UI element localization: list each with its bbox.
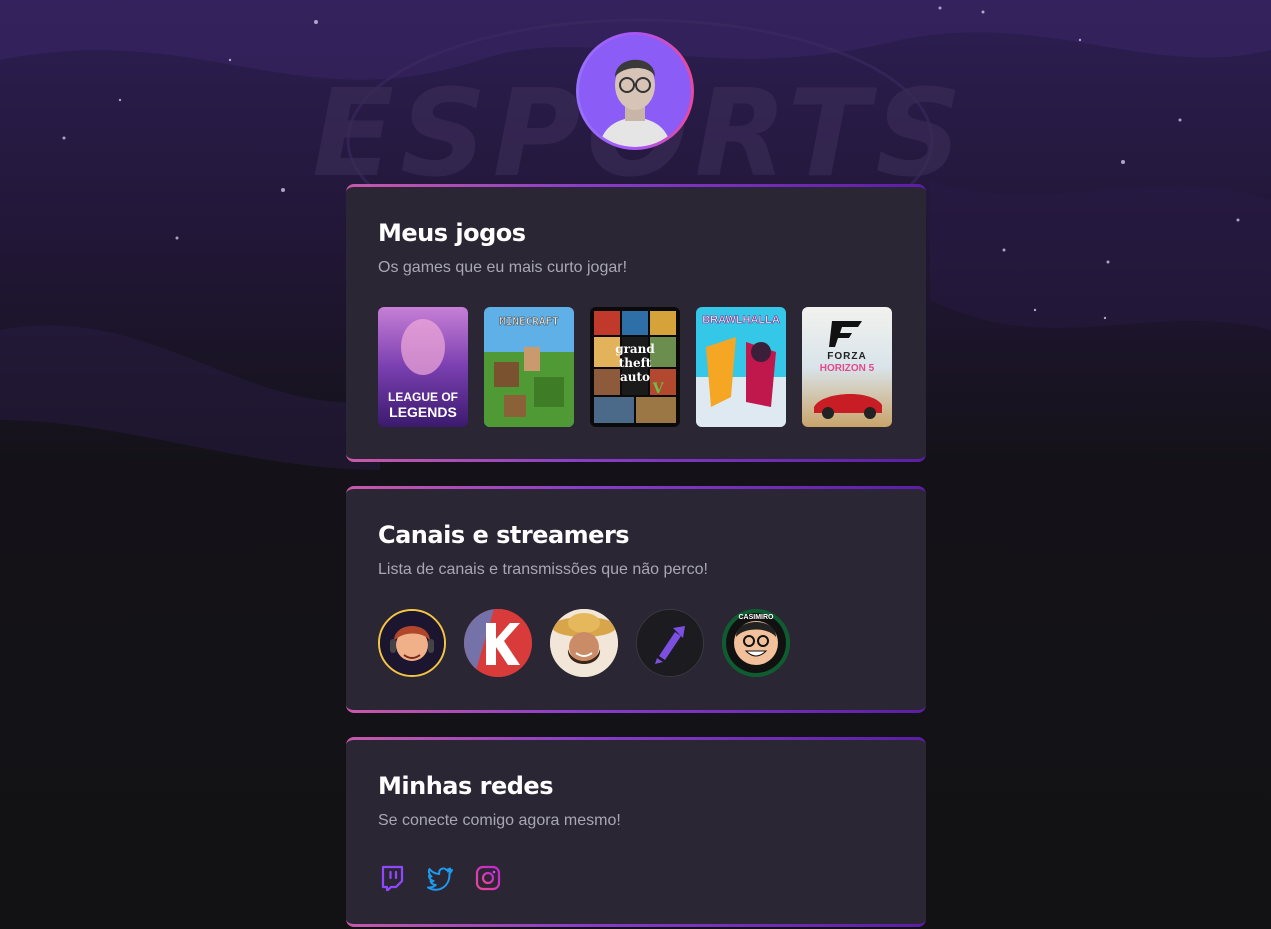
twitch-icon bbox=[381, 865, 404, 892]
game-cover-forza-horizon-5[interactable]: FORZA HORIZON 5 bbox=[802, 307, 892, 427]
channels-subtitle: Lista de canais e transmissões que não p… bbox=[378, 561, 708, 578]
channel-avatar-1[interactable] bbox=[378, 609, 446, 677]
games-subtitle: Os games que eu mais curto jogar! bbox=[378, 259, 628, 276]
gta-line2: theft bbox=[619, 356, 652, 370]
channels-card: Canais e streamers Lista de canais e tra… bbox=[346, 486, 926, 713]
gta-line1: grand bbox=[615, 342, 655, 356]
instagram-link[interactable] bbox=[474, 864, 502, 892]
casimiro-badge-text: CASIMIRO bbox=[739, 614, 775, 621]
socials-subtitle: Se conecte comigo agora mesmo! bbox=[378, 812, 621, 829]
lol-title-line2: LEGENDS bbox=[389, 404, 457, 420]
game-cover-league-of-legends[interactable]: LEAGUE OF LEGENDS bbox=[378, 307, 468, 427]
forza-line1: FORZA bbox=[827, 351, 866, 362]
channels-title: Canais e streamers bbox=[378, 521, 630, 549]
socials-list bbox=[378, 864, 894, 892]
profile-avatar bbox=[576, 32, 694, 150]
channel-avatar-2[interactable] bbox=[464, 609, 532, 677]
game-cover-minecraft[interactable]: MINECRAFT bbox=[484, 307, 574, 427]
twitter-icon bbox=[427, 867, 453, 891]
forza-line2: HORIZON 5 bbox=[820, 363, 875, 374]
channel-avatar-casimiro[interactable]: CASIMIRO bbox=[722, 609, 790, 677]
channel-avatar-3[interactable] bbox=[550, 609, 618, 677]
socials-title: Minhas redes bbox=[378, 772, 553, 800]
gta-line4: V bbox=[652, 381, 665, 397]
instagram-icon bbox=[475, 865, 501, 891]
gta-line3: auto bbox=[620, 370, 650, 384]
channel-avatar-4[interactable] bbox=[636, 609, 704, 677]
minecraft-logo-text: MINECRAFT bbox=[499, 315, 559, 328]
channels-list: CASIMIRO bbox=[378, 609, 894, 677]
games-card: Meus jogos Os games que eu mais curto jo… bbox=[346, 184, 926, 462]
twitch-link[interactable] bbox=[378, 864, 406, 892]
games-list: LEAGUE OF LEGENDS MINECRAFT grand theft … bbox=[378, 307, 894, 427]
brawlhalla-logo-text: BRAWLHALLA bbox=[702, 314, 780, 326]
game-cover-gta-v[interactable]: grand theft auto V bbox=[590, 307, 680, 427]
twitter-link[interactable] bbox=[426, 864, 454, 892]
game-cover-brawlhalla[interactable]: BRAWLHALLA bbox=[696, 307, 786, 427]
socials-card: Minhas redes Se conecte comigo agora mes… bbox=[346, 737, 926, 927]
lol-title-line1: LEAGUE OF bbox=[388, 390, 458, 404]
games-title: Meus jogos bbox=[378, 219, 526, 247]
